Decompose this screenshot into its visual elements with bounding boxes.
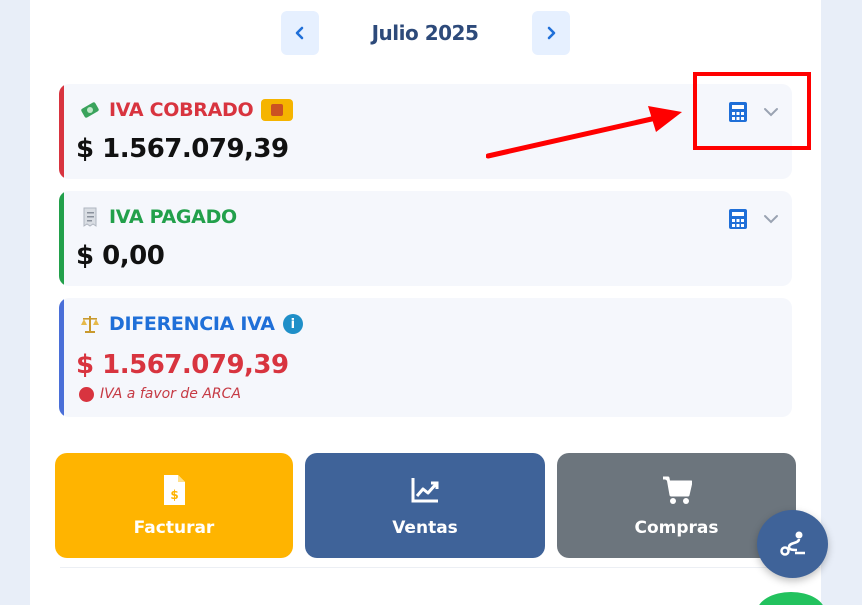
chevron-left-icon <box>295 26 304 40</box>
iva-pagado-label: IVA PAGADO <box>109 206 237 228</box>
iva-pagado-card[interactable]: IVA PAGADO $ 0,00 <box>59 191 792 286</box>
route-icon <box>779 531 805 556</box>
facturar-label: Facturar <box>133 517 215 538</box>
iva-cobrado-title: IVA COBRADO <box>79 99 294 121</box>
calculator-icon[interactable] <box>728 208 748 230</box>
facturar-button[interactable]: $ Facturar <box>55 453 293 558</box>
month-nav: Julio 2025 <box>30 11 821 55</box>
money-icon <box>81 102 99 118</box>
cart-icon <box>662 476 692 504</box>
annotation-highlight-box <box>693 72 811 150</box>
diferencia-iva-card: DIFERENCIA IVA i $ 1.567.079,39 IVA a fa… <box>59 298 792 417</box>
iva-pagado-amount: $ 0,00 <box>76 241 165 271</box>
ledger-icon <box>261 99 294 121</box>
receipt-icon <box>83 207 97 227</box>
card-accent-bar <box>59 84 64 179</box>
route-fab-button[interactable] <box>757 510 828 578</box>
diferencia-iva-amount: $ 1.567.079,39 <box>76 350 289 380</box>
chevron-down-icon[interactable] <box>762 213 780 225</box>
prev-month-button[interactable] <box>281 11 319 55</box>
info-icon[interactable]: i <box>282 314 303 334</box>
diferencia-iva-label: DIFERENCIA IVA <box>109 313 275 335</box>
card-accent-bar <box>59 191 64 286</box>
diferencia-iva-note: IVA a favor de ARCA <box>79 386 241 402</box>
chart-line-icon <box>411 477 439 502</box>
iva-cobrado-label: IVA COBRADO <box>109 99 254 121</box>
chevron-right-icon <box>547 26 556 40</box>
svg-text:$: $ <box>170 488 178 502</box>
next-month-button[interactable] <box>532 11 570 55</box>
card-tools <box>728 208 780 230</box>
ventas-label: Ventas <box>392 517 458 538</box>
iva-cobrado-amount: $ 1.567.079,39 <box>76 134 289 164</box>
iva-pagado-title: IVA PAGADO <box>79 206 237 228</box>
diferencia-iva-title: DIFERENCIA IVA i <box>79 313 303 335</box>
ventas-button[interactable]: Ventas <box>305 453 545 558</box>
card-accent-bar <box>59 298 64 417</box>
red-circle-icon <box>79 386 94 402</box>
diferencia-iva-note-text: IVA a favor de ARCA <box>100 386 241 402</box>
compras-label: Compras <box>634 517 719 538</box>
invoice-icon: $ <box>164 474 185 505</box>
annotation-arrow <box>486 106 682 159</box>
month-title: Julio 2025 <box>371 21 479 45</box>
balance-scale-icon <box>81 316 99 333</box>
divider <box>60 567 820 568</box>
